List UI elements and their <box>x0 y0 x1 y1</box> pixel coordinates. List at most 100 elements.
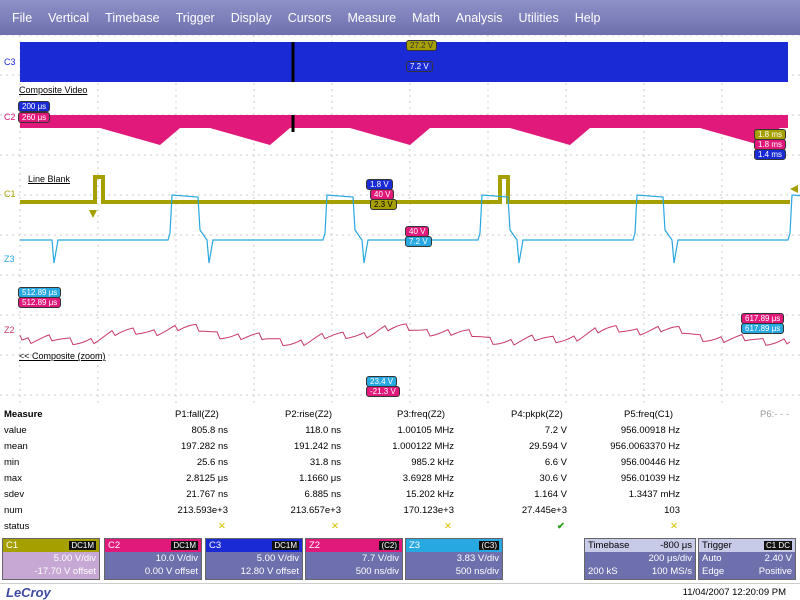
measure-row-num: num 213.593e+3 213.657e+3 170.123e+3 27.445e… <box>0 503 800 519</box>
waveform-display[interactable]: C3 C2 C1 Z3 Z2 Composite Video Line Blan… <box>0 34 800 405</box>
measure-cell: 213.593e+3 <box>177 505 228 516</box>
timebase-samples: 200 kS <box>588 566 618 577</box>
status-icon-p1: ✕ <box>218 521 226 532</box>
channel-box-z3[interactable]: Z3 (C3) 3.83 V/div 500 ns/div <box>405 538 503 580</box>
measure-cell: 103 <box>664 505 680 516</box>
measure-cell: 31.8 ns <box>309 457 341 468</box>
channel-offset: 500 ns/div <box>455 566 499 577</box>
channel-coupling: (C2) <box>379 541 399 550</box>
row-label: sdev <box>4 489 25 500</box>
channel-offset: -17.70 V offset <box>34 566 96 577</box>
row-label: num <box>4 505 23 516</box>
param-p3[interactable]: P3:freq(Z2) <box>397 409 445 420</box>
c2-trace <box>20 115 788 128</box>
measure-cell: 956.00918 Hz <box>620 425 680 436</box>
c2-right-3: 1.4 ms <box>754 149 787 160</box>
measure-header-row: Measure P1:fall(Z2) P2:rise(Z2) P3:freq(… <box>0 407 800 423</box>
channel-vdiv: 5.00 V/div <box>256 553 299 564</box>
measure-cell: 27.445e+3 <box>521 505 567 516</box>
menu-math[interactable]: Math <box>404 11 448 25</box>
channel-vdiv: 5.00 V/div <box>53 553 96 564</box>
channel-box-c1[interactable]: C1 DC1M 5.00 V/div -17.70 V offset <box>2 538 100 580</box>
measure-cell: 2.8125 μs <box>186 473 228 484</box>
timebase-div: 200 μs/div <box>648 553 693 564</box>
measure-cell: 805.8 ns <box>191 425 228 436</box>
z2-bottom-2: -21.3 V <box>366 386 400 397</box>
line-blank-label: Line Blank <box>28 174 71 184</box>
channel-header: C3 DC1M <box>206 539 302 552</box>
param-p6[interactable]: P6:- - - <box>760 409 789 420</box>
c2-tag-1: 200 μs <box>18 101 51 112</box>
measure-cell: 956.01039 Hz <box>620 473 680 484</box>
trigger-box[interactable]: Trigger C1 DC Auto 2.40 V Edge Positive <box>698 538 796 580</box>
menu-trigger[interactable]: Trigger <box>168 11 223 25</box>
c3-tag-top: 27.2 V <box>406 40 438 51</box>
channel-header: Z2 (C2) <box>306 539 402 552</box>
trigger-label: Trigger <box>702 540 732 551</box>
channel-vdiv: 3.83 V/div <box>456 553 499 564</box>
menu-display[interactable]: Display <box>223 11 280 25</box>
measure-cell: 1.164 V <box>534 489 567 500</box>
status-icon-p5: ✕ <box>670 521 678 532</box>
menu-bar: File Vertical Timebase Trigger Display Cursor… <box>0 0 800 35</box>
timebase-rate: 100 MS/s <box>651 566 692 577</box>
channel-name: Z3 <box>409 540 421 551</box>
measure-cell: 213.657e+3 <box>290 505 341 516</box>
status-icon-p2: ✕ <box>331 521 339 532</box>
menu-file[interactable]: File <box>4 11 40 25</box>
measure-row-max: max 2.8125 μs 1.1660 μs 3.6928 MHz 30.6 V 956… <box>0 471 800 487</box>
measure-cell: 29.594 V <box>528 441 567 452</box>
row-label: min <box>4 457 20 468</box>
trigger-slope: Positive <box>758 566 792 577</box>
c2-tag-2: 260 μs <box>18 112 51 123</box>
measure-cell: 15.202 kHz <box>405 489 454 500</box>
measure-cell: 1.1660 μs <box>299 473 341 484</box>
measure-cell: 956.0063370 Hz <box>610 441 680 452</box>
z3-label: Z3 <box>4 254 15 264</box>
channel-name: C3 <box>209 540 222 551</box>
channel-coupling: DC1M <box>272 541 299 550</box>
param-p4[interactable]: P4:pkpk(Z2) <box>511 409 563 420</box>
measure-cell: 7.2 V <box>544 425 567 436</box>
timebase-header: Timebase -800 μs <box>585 539 695 552</box>
param-p2[interactable]: P2:rise(Z2) <box>285 409 332 420</box>
channel-box-z2[interactable]: Z2 (C2) 7.7 V/div 500 ns/div <box>305 538 403 580</box>
row-label: mean <box>4 441 28 452</box>
trigger-row-1: Auto 2.40 V <box>699 552 795 565</box>
channel-name: C2 <box>108 540 121 551</box>
param-p1[interactable]: P1:fall(Z2) <box>175 409 219 420</box>
status-icon-p4: ✔ <box>557 521 565 532</box>
row-label: max <box>4 473 22 484</box>
measure-cell: 25.6 ns <box>196 457 228 468</box>
channel-box-c3[interactable]: C3 DC1M 5.00 V/div 12.80 V offset <box>205 538 303 580</box>
trigger-mode: Auto <box>702 553 722 564</box>
c2-burst <box>350 128 430 145</box>
measure-cell: 3.6928 MHz <box>402 473 454 484</box>
row-label: value <box>4 425 27 436</box>
measure-table[interactable]: Measure P1:fall(Z2) P2:rise(Z2) P3:freq(… <box>0 405 800 535</box>
trigger-level-marker <box>790 185 798 193</box>
menu-analysis[interactable]: Analysis <box>448 11 511 25</box>
trigger-position-marker <box>89 210 97 218</box>
menu-timebase[interactable]: Timebase <box>97 11 167 25</box>
measure-row-value: value 805.8 ns 118.0 ns 1.00105 MHz 7.2 V 956… <box>0 423 800 439</box>
measure-cell: 1.00105 MHz <box>397 425 454 436</box>
waveform-grid <box>0 34 800 405</box>
menu-measure[interactable]: Measure <box>339 11 404 25</box>
menu-help[interactable]: Help <box>567 11 609 25</box>
composite-zoom-label[interactable]: << Composite (zoom) <box>19 351 106 361</box>
c3-trace <box>20 42 788 82</box>
status-icon-p3: ✕ <box>444 521 452 532</box>
status-label: status <box>4 521 30 532</box>
menu-vertical[interactable]: Vertical <box>40 11 97 25</box>
datetime: 11/04/2007 12:20:09 PM <box>682 587 786 598</box>
param-p5[interactable]: P5:freq(C1) <box>624 409 673 420</box>
menu-utilities[interactable]: Utilities <box>510 11 566 25</box>
menu-cursors[interactable]: Cursors <box>280 11 340 25</box>
measure-cell: 197.282 ns <box>180 441 228 452</box>
channel-offset: 0.00 V offset <box>144 566 198 577</box>
timebase-label: Timebase <box>588 540 630 551</box>
timebase-box[interactable]: Timebase -800 μs 200 μs/div 200 kS 100 MS/s <box>584 538 696 580</box>
channel-box-c2[interactable]: C2 DC1M 10.0 V/div 0.00 V offset <box>104 538 202 580</box>
z3-left-2: 512.89 μs <box>18 297 62 308</box>
